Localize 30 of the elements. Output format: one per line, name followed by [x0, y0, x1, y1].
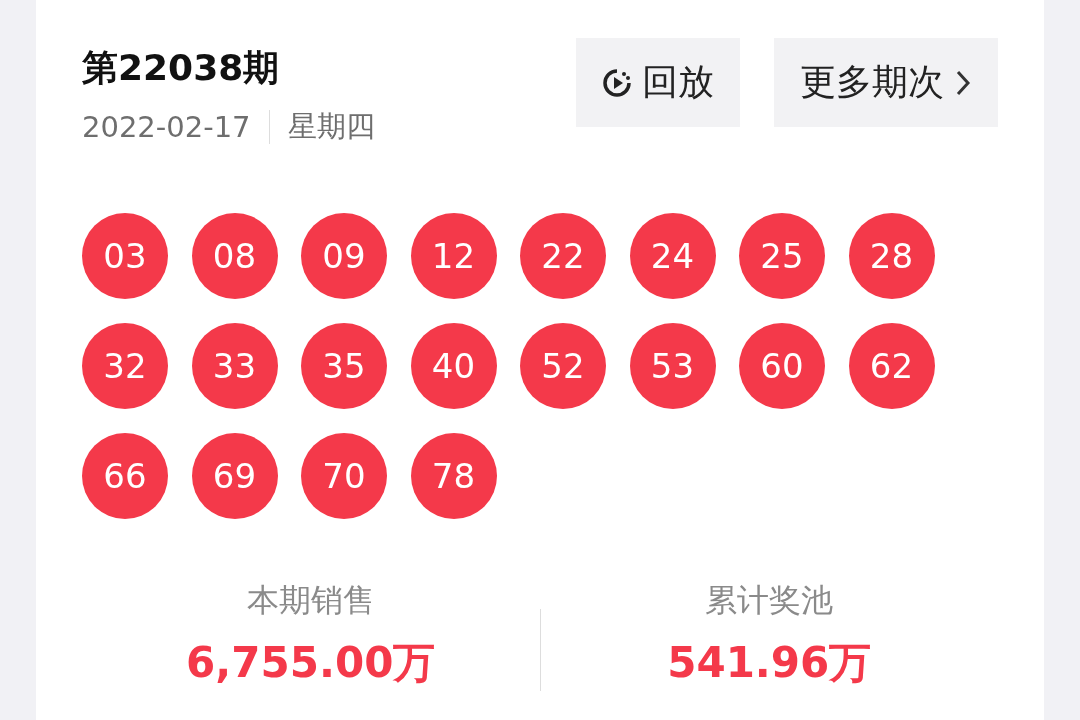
number-ball: 08 — [191, 213, 278, 299]
number-ball: 40 — [410, 323, 497, 409]
replay-button[interactable]: 回放 — [576, 38, 740, 127]
number-ball: 03 — [82, 213, 168, 299]
number-ball: 24 — [629, 213, 716, 299]
number-ball: 09 — [301, 213, 387, 299]
stat-label: 本期销售 — [246, 580, 375, 621]
number-ball: 69 — [191, 433, 278, 519]
number-ball: 62 — [848, 323, 935, 409]
stat-label: 累计奖池 — [705, 580, 834, 621]
number-ball: 53 — [629, 323, 716, 409]
stat-value: 541.96万 — [667, 637, 872, 689]
number-ball: 25 — [739, 213, 825, 299]
number-ball: 28 — [848, 213, 935, 299]
number-ball: 78 — [410, 433, 497, 519]
number-ball: 22 — [520, 213, 606, 299]
draw-date: 2022-02-17 — [82, 110, 251, 144]
replay-icon — [602, 67, 632, 98]
number-ball: 12 — [410, 213, 497, 299]
number-ball: 33 — [191, 323, 278, 409]
weekday: 星期四 — [287, 108, 375, 145]
more-issues-button[interactable]: 更多期次 — [774, 38, 998, 127]
number-ball: 70 — [301, 433, 387, 519]
issue-title: 第22038期 — [82, 46, 281, 90]
number-ball: 35 — [301, 323, 387, 409]
number-ball: 52 — [520, 323, 606, 409]
number-ball: 60 — [739, 323, 825, 409]
number-ball: 32 — [82, 323, 168, 409]
stat-value: 6,755.00万 — [186, 637, 436, 689]
number-ball: 66 — [82, 433, 168, 519]
